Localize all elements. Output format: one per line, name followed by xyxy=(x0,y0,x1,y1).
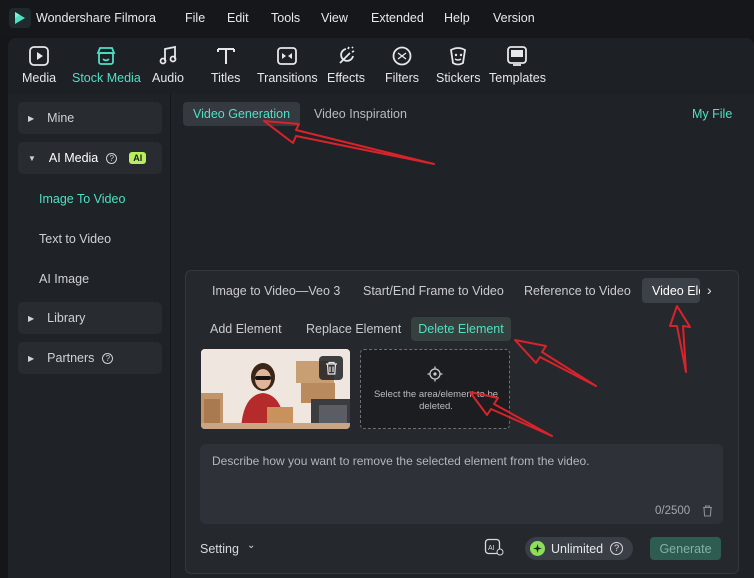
menu-tools[interactable]: Tools xyxy=(271,11,300,25)
chevron-right-icon[interactable]: › xyxy=(707,282,712,298)
menu-file[interactable]: File xyxy=(185,11,205,25)
tab-reference-to-video[interactable]: Reference to Video xyxy=(524,284,631,298)
menu-extended[interactable]: Extended xyxy=(371,11,424,25)
sidebar-mine-label: Mine xyxy=(47,111,75,125)
sidebar-item-partners[interactable]: ▶ Partners ? xyxy=(18,342,162,374)
help-icon[interactable]: ? xyxy=(610,542,624,555)
sidebar-ai-media-label: AI Media xyxy=(48,151,99,165)
trash-icon xyxy=(325,361,337,375)
toolbar-transitions[interactable]: Transitions xyxy=(257,45,318,85)
toolbar-stock-media[interactable]: Stock Media xyxy=(72,45,141,85)
toolbar-templates[interactable]: Templates xyxy=(489,45,546,85)
tab-image-to-video-veo3[interactable]: Image to Video—Veo 3 xyxy=(212,284,340,298)
transitions-icon xyxy=(277,47,298,65)
character-counter: 0/2500 xyxy=(655,505,691,517)
sidebar-item-ai-image[interactable]: AI Image xyxy=(39,272,89,286)
chevron-down-icon[interactable]: ⌄ xyxy=(247,540,255,551)
sparkle-icon xyxy=(530,541,545,556)
titles-icon xyxy=(216,48,235,64)
app-title: Wondershare Filmora xyxy=(36,11,156,25)
toolbar-effects[interactable]: Effects xyxy=(327,45,365,85)
toolbar-titles[interactable]: Titles xyxy=(211,45,240,85)
toolbar-media[interactable]: Media xyxy=(22,45,56,85)
caret-right-icon: ▶ xyxy=(28,313,35,323)
templates-icon xyxy=(507,46,528,66)
target-icon xyxy=(427,366,443,382)
menu-help[interactable]: Help xyxy=(444,11,470,25)
tab-video-generation[interactable]: Video Generation xyxy=(183,102,301,126)
stock-media-icon xyxy=(97,47,116,65)
subtab-replace-element[interactable]: Replace Element xyxy=(306,322,401,336)
prompt-placeholder: Describe how you want to remove the sele… xyxy=(212,454,590,468)
ai-badge: AI xyxy=(129,152,147,164)
dropzone-text: Select the area/element to be deleted. xyxy=(373,389,499,412)
toolbar-transitions-label: Transitions xyxy=(257,71,318,85)
ai-optimize-icon[interactable]: AI xyxy=(484,538,504,556)
audio-icon xyxy=(159,45,177,65)
caret-right-icon: ▶ xyxy=(28,353,35,363)
toolbar-templates-label: Templates xyxy=(489,71,546,85)
svg-text:AI: AI xyxy=(488,545,495,552)
sidebar-partners-label: Partners xyxy=(47,351,95,365)
unlimited-credits-pill[interactable]: Unlimited ? xyxy=(525,537,633,560)
toolbar-audio[interactable]: Audio xyxy=(152,45,184,85)
sidebar-item-text-to-video[interactable]: Text to Video xyxy=(39,232,111,246)
menu-version[interactable]: Version xyxy=(493,11,535,25)
delete-thumbnail-button[interactable] xyxy=(319,356,343,380)
menu-bar: Wondershare Filmora File Edit Tools View… xyxy=(0,0,754,36)
menu-view[interactable]: View xyxy=(321,11,348,25)
sidebar-item-mine[interactable]: ▶ Mine xyxy=(18,102,162,134)
setting-dropdown[interactable]: Setting xyxy=(200,542,239,556)
subtab-delete-element[interactable]: Delete Element xyxy=(411,317,511,341)
sidebar-item-ai-media[interactable]: ▼ AI Media ? AI xyxy=(18,142,162,174)
toolbar-effects-label: Effects xyxy=(327,71,365,85)
select-area-dropzone[interactable]: Select the area/element to be deleted. xyxy=(360,349,510,429)
toolbar-titles-label: Titles xyxy=(211,71,241,85)
sidebar-library-label: Library xyxy=(47,311,86,325)
caret-down-icon: ▼ xyxy=(28,153,36,163)
toolbar-stock-media-label: Stock Media xyxy=(72,71,141,85)
tab-video-element[interactable]: Video Ele xyxy=(642,278,700,303)
toolbar-stickers[interactable]: Stickers xyxy=(436,45,480,85)
toolbar-filters[interactable]: Filters xyxy=(385,45,419,85)
filmora-logo-icon xyxy=(9,8,31,28)
stickers-icon xyxy=(450,47,467,66)
toolbar-media-label: Media xyxy=(22,71,57,85)
my-file-link[interactable]: My File xyxy=(692,107,732,121)
toolbar-stickers-label: Stickers xyxy=(436,71,481,85)
tab-start-end-frame[interactable]: Start/End Frame to Video xyxy=(363,284,504,298)
unlimited-label: Unlimited xyxy=(551,541,604,556)
sidebar-divider xyxy=(170,94,171,578)
menu-edit[interactable]: Edit xyxy=(227,11,249,25)
sidebar-item-image-to-video[interactable]: Image To Video xyxy=(39,192,125,206)
help-icon[interactable]: ? xyxy=(102,352,114,364)
toolbar-audio-label: Audio xyxy=(152,71,184,85)
help-icon[interactable]: ? xyxy=(106,152,118,164)
media-icon xyxy=(29,46,49,66)
caret-right-icon: ▶ xyxy=(28,113,35,123)
filters-icon xyxy=(392,46,412,66)
effects-icon xyxy=(339,46,355,64)
tab-video-inspiration[interactable]: Video Inspiration xyxy=(304,102,417,126)
sidebar-item-library[interactable]: ▶ Library xyxy=(18,302,162,334)
clear-trash-icon[interactable] xyxy=(702,505,713,517)
generate-button[interactable]: Generate xyxy=(650,537,721,560)
toolbar-filters-label: Filters xyxy=(385,71,420,85)
subtab-add-element[interactable]: Add Element xyxy=(210,322,282,336)
